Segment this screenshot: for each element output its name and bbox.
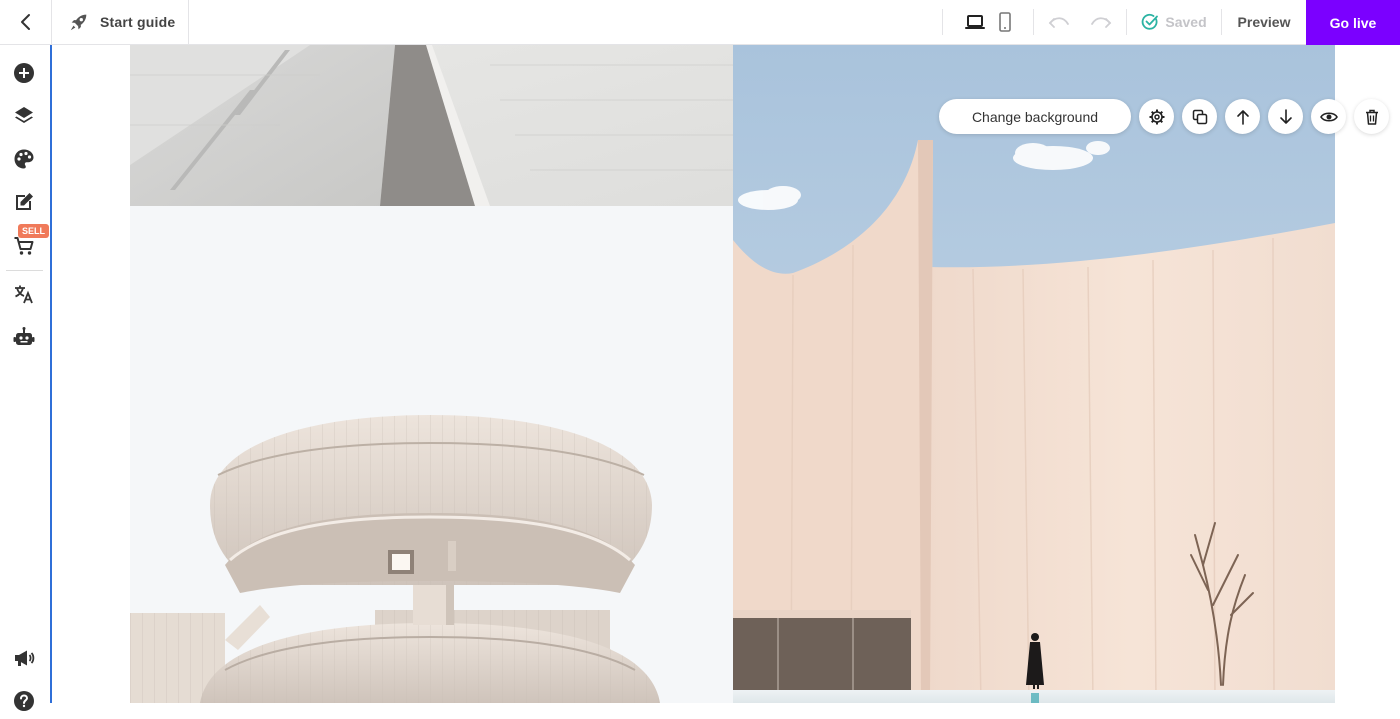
sidebar-item-translate[interactable] [0,276,48,312]
history-controls [1034,9,1127,35]
trash-icon [1365,109,1378,125]
move-section-down-button[interactable] [1268,99,1303,134]
delete-section-button[interactable] [1354,99,1389,134]
sidebar-item-theme[interactable] [0,141,48,177]
toggle-visibility-button[interactable] [1311,99,1346,134]
redo-button[interactable] [1090,15,1112,29]
gear-icon [1149,109,1164,124]
start-guide-button[interactable]: Start guide [52,0,189,44]
gallery-image-right[interactable] [733,45,1335,703]
architecture-photo-left [130,45,733,703]
preview-button[interactable]: Preview [1222,0,1306,44]
architecture-photo-right [733,45,1335,703]
sidebar-item-announcements[interactable] [0,640,48,676]
desktop-view-button[interactable] [964,13,986,31]
cart-icon [14,237,34,255]
start-guide-label: Start guide [100,14,176,30]
undo-icon [1048,17,1069,28]
eye-icon [1319,111,1338,122]
top-bar: Start guide Saved Preview Go live [0,0,1400,45]
gallery-image-left[interactable] [130,45,733,703]
sidebar-item-edit[interactable] [0,184,48,220]
sidebar-item-layers[interactable] [0,98,48,134]
device-switcher [942,9,1034,35]
rocket-icon [70,14,87,31]
rotunda-structure [130,415,660,703]
save-status: Saved [1127,9,1222,35]
robot-icon [13,327,35,345]
check-circle-icon [1142,13,1159,30]
help-icon [14,691,34,711]
sidebar-item-help[interactable] [0,683,48,719]
move-section-up-button[interactable] [1225,99,1260,134]
sidebar-item-ai-assistant[interactable] [0,319,48,355]
duplicate-section-button[interactable] [1182,99,1217,134]
editor-canvas[interactable] [54,45,1400,703]
translate-icon [15,285,33,304]
duplicate-icon [1192,109,1207,124]
saved-label: Saved [1165,14,1207,30]
mobile-view-button[interactable] [998,12,1012,32]
palette-icon [14,149,34,169]
arrow-up-icon [1236,109,1249,125]
megaphone-icon [15,650,35,666]
edit-icon [16,193,33,210]
phone-icon [999,12,1011,32]
chevron-left-icon [20,14,30,30]
change-background-button[interactable]: Change background [939,99,1131,134]
add-circle-icon [14,63,34,83]
sidebar-item-add[interactable] [0,55,48,91]
sidebar-divider [6,270,43,271]
sidebar-item-store[interactable] [0,228,48,264]
section-settings-button[interactable] [1139,99,1174,134]
laptop-icon [965,15,985,29]
section-toolbar: Change background [939,99,1389,134]
layers-icon [15,107,33,123]
undo-button[interactable] [1048,15,1070,29]
left-sidebar: SELL [0,45,52,711]
redo-icon [1091,17,1112,28]
arrow-down-icon [1279,108,1292,124]
go-live-button[interactable]: Go live [1306,0,1400,45]
back-button[interactable] [0,0,52,44]
